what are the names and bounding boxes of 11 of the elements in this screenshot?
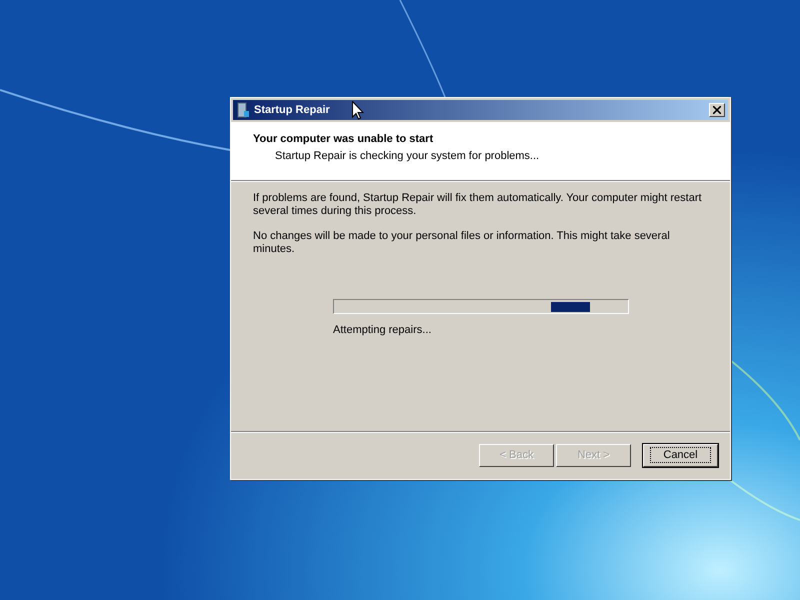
mouse-pointer-icon bbox=[352, 101, 364, 120]
progress-status: Attempting repairs... bbox=[333, 323, 432, 338]
info-paragraph: If problems are found, Startup Repair will fix them automatically. Your computer might restart several times during this process. bbox=[253, 192, 703, 218]
header-title: Your computer was unable to start bbox=[253, 132, 434, 147]
header-subtitle: Startup Repair is checking your system for problems... bbox=[274, 148, 540, 164]
close-icon bbox=[713, 106, 721, 114]
close-button[interactable] bbox=[709, 103, 725, 117]
info-paragraph: No changes will be made to your personal files or information. This might take several minutes. bbox=[253, 230, 671, 256]
window-title: Startup Repair bbox=[254, 102, 330, 118]
app-icon bbox=[236, 102, 250, 118]
wizard-button[interactable]: Cancel bbox=[643, 444, 718, 467]
